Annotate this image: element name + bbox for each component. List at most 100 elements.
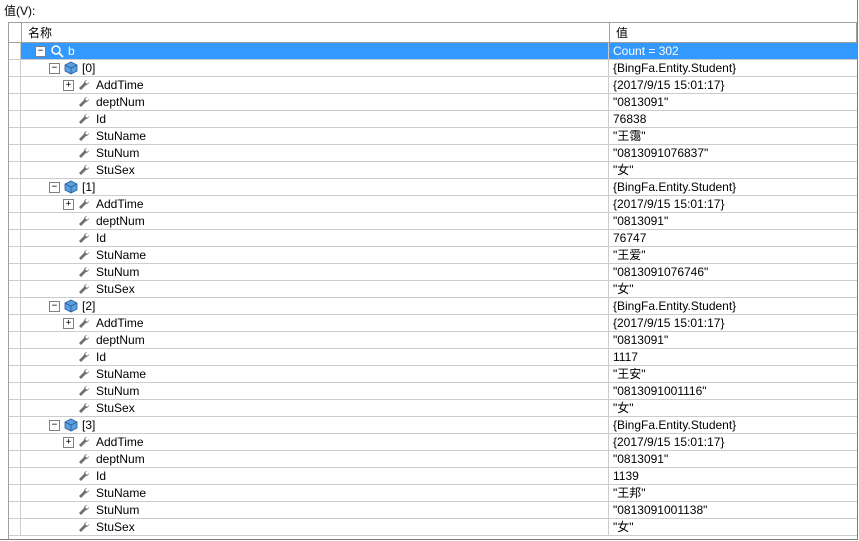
name-cell[interactable]: Id (21, 349, 609, 365)
value-cell[interactable]: "王安" (609, 366, 857, 382)
expander-icon[interactable]: − (49, 420, 60, 431)
item-row[interactable]: −[1]{BingFa.Entity.Student} (9, 179, 857, 196)
expander-spacer (63, 233, 74, 244)
expander-icon[interactable]: + (63, 318, 74, 329)
property-row[interactable]: deptNum"0813091" (9, 213, 857, 230)
value-cell[interactable]: "0813091" (609, 451, 857, 467)
value-cell[interactable]: "王邦" (609, 485, 857, 501)
name-cell[interactable]: deptNum (21, 451, 609, 467)
value-cell[interactable]: Count = 302 (609, 43, 857, 59)
property-row[interactable]: deptNum"0813091" (9, 332, 857, 349)
property-row[interactable]: StuName"王邦" (9, 485, 857, 502)
expander-icon[interactable]: − (49, 182, 60, 193)
value-cell[interactable]: "0813091" (609, 332, 857, 348)
name-cell[interactable]: deptNum (21, 332, 609, 348)
name-cell[interactable]: StuName (21, 128, 609, 144)
item-row[interactable]: −[2]{BingFa.Entity.Student} (9, 298, 857, 315)
property-row[interactable]: StuNum"0813091001116" (9, 383, 857, 400)
expander-icon[interactable]: + (63, 437, 74, 448)
value-cell[interactable]: "王爱" (609, 247, 857, 263)
value-cell[interactable]: {2017/9/15 15:01:17} (609, 315, 857, 331)
property-row[interactable]: +AddTime{2017/9/15 15:01:17} (9, 434, 857, 451)
property-row[interactable]: StuSex"女" (9, 281, 857, 298)
property-row[interactable]: StuSex"女" (9, 400, 857, 417)
property-row[interactable]: Id76747 (9, 230, 857, 247)
property-row[interactable]: StuSex"女" (9, 519, 857, 536)
expander-icon[interactable]: − (49, 63, 60, 74)
value-cell[interactable]: "女" (609, 281, 857, 297)
property-row[interactable]: +AddTime{2017/9/15 15:01:17} (9, 196, 857, 213)
value-cell[interactable]: {2017/9/15 15:01:17} (609, 434, 857, 450)
name-cell[interactable]: StuNum (21, 502, 609, 518)
value-cell[interactable]: 1139 (609, 468, 857, 484)
value-cell[interactable]: {2017/9/15 15:01:17} (609, 77, 857, 93)
grid-body[interactable]: −bCount = 302−[0]{BingFa.Entity.Student}… (9, 43, 857, 539)
name-cell[interactable]: −b (21, 43, 609, 59)
name-cell[interactable]: StuName (21, 485, 609, 501)
name-cell[interactable]: deptNum (21, 94, 609, 110)
name-cell[interactable]: StuName (21, 366, 609, 382)
property-row[interactable]: StuNum"0813091076746" (9, 264, 857, 281)
name-cell[interactable]: StuSex (21, 281, 609, 297)
property-row[interactable]: deptNum"0813091" (9, 451, 857, 468)
property-row[interactable]: Id1117 (9, 349, 857, 366)
name-cell[interactable]: −[2] (21, 298, 609, 314)
name-cell[interactable]: −[0] (21, 60, 609, 76)
name-cell[interactable]: StuNum (21, 264, 609, 280)
property-row[interactable]: StuName"王爱" (9, 247, 857, 264)
expander-icon[interactable]: + (63, 199, 74, 210)
value-cell[interactable]: {BingFa.Entity.Student} (609, 298, 857, 314)
expander-icon[interactable]: + (63, 80, 74, 91)
property-row[interactable]: Id76838 (9, 111, 857, 128)
property-row[interactable]: StuNum"0813091001138" (9, 502, 857, 519)
value-cell[interactable]: 76747 (609, 230, 857, 246)
name-cell[interactable]: StuNum (21, 383, 609, 399)
name-cell[interactable]: Id (21, 468, 609, 484)
property-row[interactable]: Id1139 (9, 468, 857, 485)
value-cell[interactable]: "0813091001138" (609, 502, 857, 518)
value-cell[interactable]: 1117 (609, 349, 857, 365)
name-cell[interactable]: StuSex (21, 162, 609, 178)
name-cell[interactable]: +AddTime (21, 196, 609, 212)
expander-icon[interactable]: − (35, 46, 46, 57)
name-cell[interactable]: deptNum (21, 213, 609, 229)
property-row[interactable]: StuName"王霭" (9, 128, 857, 145)
property-row[interactable]: +AddTime{2017/9/15 15:01:17} (9, 315, 857, 332)
value-cell[interactable]: {BingFa.Entity.Student} (609, 179, 857, 195)
value-cell[interactable]: {2017/9/15 15:01:17} (609, 196, 857, 212)
name-cell[interactable]: StuSex (21, 519, 609, 535)
name-cell[interactable]: StuSex (21, 400, 609, 416)
value-cell[interactable]: "王霭" (609, 128, 857, 144)
name-cell[interactable]: StuName (21, 247, 609, 263)
property-row[interactable]: deptNum"0813091" (9, 94, 857, 111)
name-cell[interactable]: Id (21, 230, 609, 246)
property-row[interactable]: +AddTime{2017/9/15 15:01:17} (9, 77, 857, 94)
name-cell[interactable]: −[1] (21, 179, 609, 195)
value-cell[interactable]: "女" (609, 162, 857, 178)
value-cell[interactable]: "女" (609, 400, 857, 416)
value-cell[interactable]: "0813091076837" (609, 145, 857, 161)
value-cell[interactable]: "0813091001116" (609, 383, 857, 399)
value-cell[interactable]: 76838 (609, 111, 857, 127)
root-row[interactable]: −bCount = 302 (9, 43, 857, 60)
property-row[interactable]: StuName"王安" (9, 366, 857, 383)
property-row[interactable]: StuSex"女" (9, 162, 857, 179)
item-row[interactable]: −[3]{BingFa.Entity.Student} (9, 417, 857, 434)
value-cell[interactable]: {BingFa.Entity.Student} (609, 60, 857, 76)
name-cell[interactable]: Id (21, 111, 609, 127)
name-cell[interactable]: StuNum (21, 145, 609, 161)
value-cell[interactable]: "0813091" (609, 94, 857, 110)
value-cell[interactable]: {BingFa.Entity.Student} (609, 417, 857, 433)
name-cell[interactable]: +AddTime (21, 434, 609, 450)
name-cell[interactable]: −[3] (21, 417, 609, 433)
name-cell[interactable]: +AddTime (21, 77, 609, 93)
name-cell[interactable]: +AddTime (21, 315, 609, 331)
value-cell[interactable]: "0813091" (609, 213, 857, 229)
column-header-name[interactable]: 名称 (22, 23, 610, 42)
expander-icon[interactable]: − (49, 301, 60, 312)
value-cell[interactable]: "0813091076746" (609, 264, 857, 280)
item-row[interactable]: −[0]{BingFa.Entity.Student} (9, 60, 857, 77)
value-cell[interactable]: "女" (609, 519, 857, 535)
column-header-value[interactable]: 值 (610, 23, 857, 42)
property-row[interactable]: StuNum"0813091076837" (9, 145, 857, 162)
